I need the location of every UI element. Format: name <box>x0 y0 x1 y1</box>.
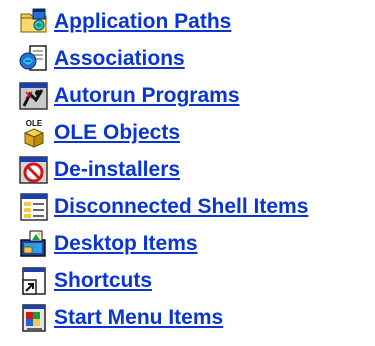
de-installers-icon <box>18 154 50 186</box>
ole-objects-icon: OLE <box>18 117 50 149</box>
link-ole-objects[interactable]: OLE OLE Objects <box>18 114 308 151</box>
application-paths-icon <box>18 6 50 38</box>
disconnected-shell-items-icon <box>18 191 50 223</box>
link-application-paths[interactable]: Application Paths <box>18 3 308 40</box>
category-link-list: Application Paths Associations Autorun P… <box>18 3 308 336</box>
autorun-icon <box>18 80 50 112</box>
shortcuts-icon <box>18 265 50 297</box>
link-shortcuts[interactable]: Shortcuts <box>18 262 308 299</box>
link-label: Desktop Items <box>54 232 198 255</box>
link-label: Shortcuts <box>54 269 153 292</box>
link-label: Associations <box>54 47 185 70</box>
link-desktop-items[interactable]: Desktop Items <box>18 225 308 262</box>
link-autorun-programs[interactable]: Autorun Programs <box>18 77 308 114</box>
link-label: Disconnected Shell Items <box>54 195 309 218</box>
link-label: Start Menu Items <box>54 306 224 329</box>
link-label: Autorun Programs <box>54 84 240 107</box>
link-associations[interactable]: Associations <box>18 40 308 77</box>
link-label: OLE Objects <box>54 121 181 144</box>
desktop-items-icon <box>18 228 50 260</box>
link-de-installers[interactable]: De-installers <box>18 151 308 188</box>
start-menu-items-icon <box>18 302 50 334</box>
ole-icon-text: OLE <box>26 119 43 128</box>
link-start-menu-items[interactable]: Start Menu Items <box>18 299 308 336</box>
link-disconnected-shell-items[interactable]: Disconnected Shell Items <box>18 188 308 225</box>
link-label: Application Paths <box>54 10 232 33</box>
link-label: De-installers <box>54 158 181 181</box>
associations-icon <box>18 43 50 75</box>
